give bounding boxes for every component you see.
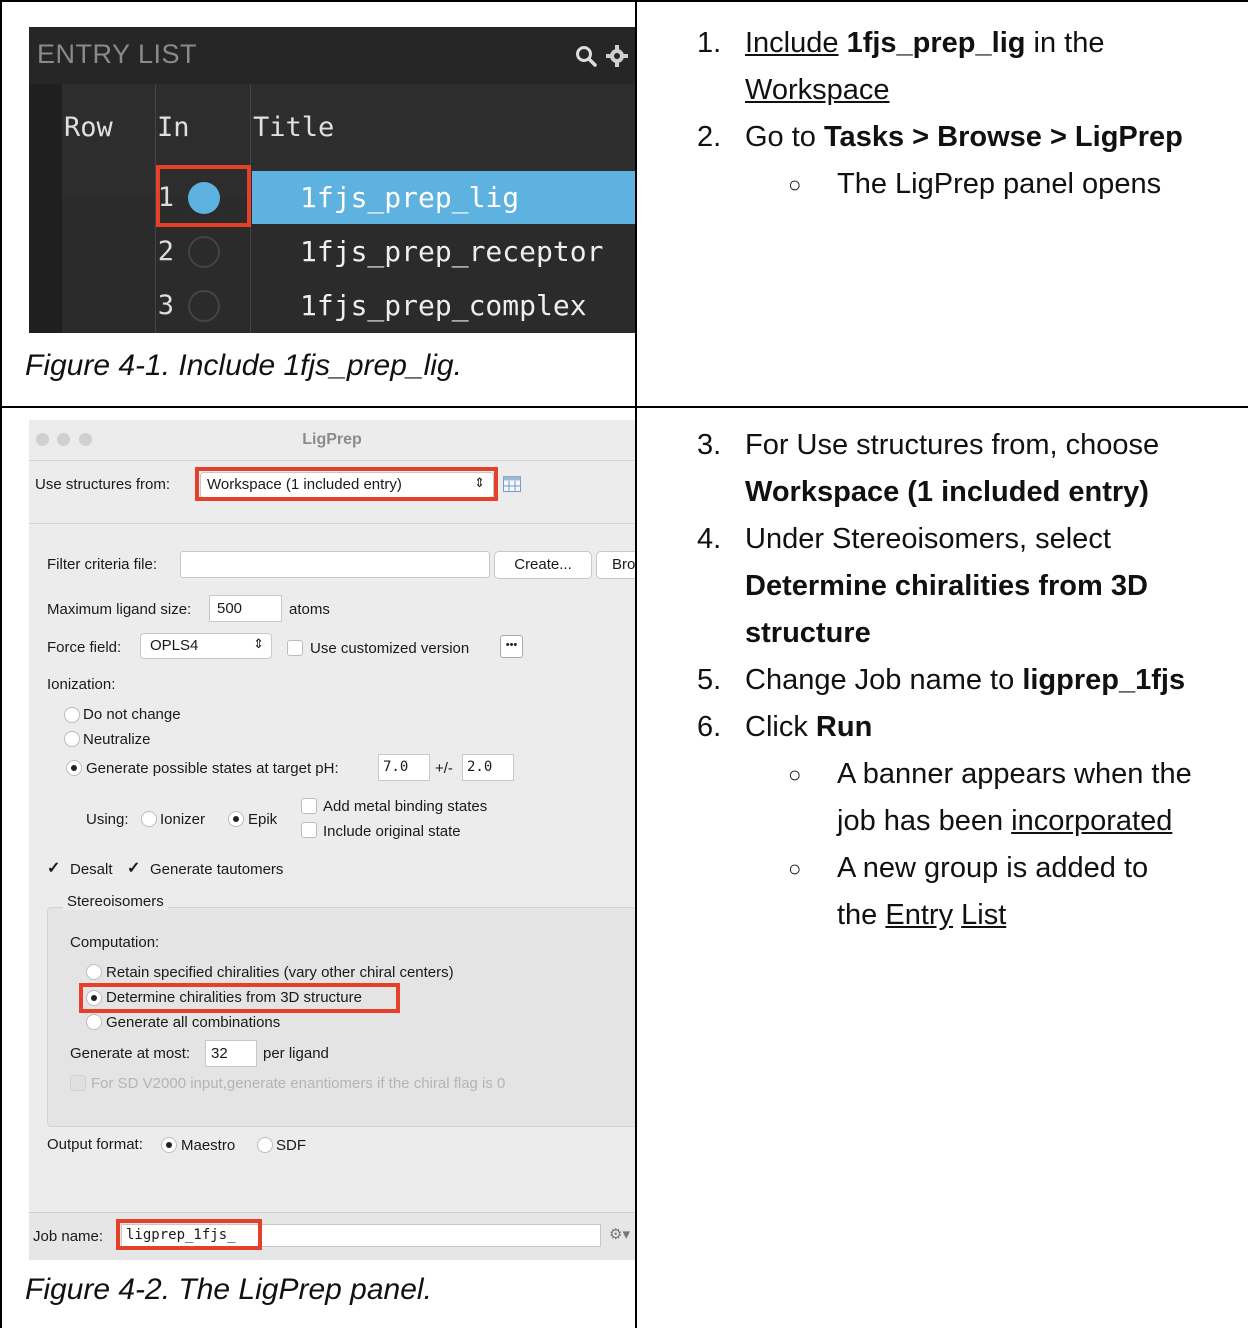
row-title: 1fjs_prep_lig <box>300 181 520 214</box>
sd-v2000-checkbox <box>70 1075 86 1091</box>
row-number: 3 <box>157 290 174 321</box>
max-ligand-size-field[interactable]: 500 <box>209 595 282 622</box>
entry-list-title: ENTRY LIST <box>37 39 198 69</box>
include-link[interactable]: Include <box>745 27 839 59</box>
col-header-row[interactable]: Row <box>64 112 113 143</box>
table-divider-vertical <box>635 0 637 1328</box>
include-original-checkbox[interactable] <box>301 822 317 838</box>
entry-row-1[interactable]: 1 1fjs_prep_lig <box>62 171 635 224</box>
entry-link[interactable]: Entry <box>885 899 953 931</box>
bullet-icon: ○ <box>788 172 802 197</box>
force-field-label: Force field: <box>47 639 122 656</box>
workspace-link[interactable]: Workspace <box>745 67 890 114</box>
neutralize-radio[interactable] <box>64 731 80 747</box>
figure-4-2-caption: Figure 4-2. The LigPrep panel. <box>25 1273 432 1306</box>
not-included-indicator-icon[interactable] <box>188 290 220 322</box>
table-divider-horizontal <box>0 406 1248 408</box>
generate-states-radio[interactable] <box>66 760 82 776</box>
stereoisomers-label: Stereoisomers <box>63 893 168 910</box>
entry-row-3[interactable]: 3 1fjs_prep_complex <box>62 279 635 332</box>
job-name-value: ligprep_1fjs <box>1022 664 1186 696</box>
more-options-button[interactable]: ••• <box>500 635 523 658</box>
search-icon[interactable] <box>574 44 598 68</box>
add-metal-checkbox[interactable] <box>301 798 317 814</box>
browse-button[interactable]: Bro <box>596 551 635 579</box>
table-view-icon[interactable] <box>503 476 521 492</box>
entry-row-2[interactable]: 2 1fjs_prep_receptor <box>62 225 635 278</box>
run-action: Run <box>815 711 873 743</box>
ionization-label: Ionization: <box>47 676 116 693</box>
use-structures-label: Use structures from: <box>35 476 171 493</box>
highlight-box-determine-chiralities <box>79 983 400 1013</box>
row-title: 1fjs_prep_receptor <box>300 235 604 268</box>
highlight-box-use-structures <box>195 467 498 501</box>
output-format-label: Output format: <box>47 1136 143 1153</box>
highlight-box-in-cell <box>156 165 251 227</box>
generate-all-radio[interactable] <box>86 1014 102 1030</box>
window-title: LigPrep <box>302 431 362 448</box>
ligprep-panel: LigPrep Use structures from: Workspace (… <box>29 420 635 1260</box>
maestro-radio[interactable] <box>161 1137 177 1153</box>
atoms-label: atoms <box>289 601 330 618</box>
sdf-radio[interactable] <box>257 1137 273 1153</box>
entry-list-panel: ENTRY LIST Row In Title 1 1fjs_prep_lig <box>29 27 635 333</box>
entry-list-header: ENTRY LIST <box>29 27 635 84</box>
filter-criteria-label: Filter criteria file: <box>47 556 158 573</box>
gear-icon[interactable] <box>605 44 629 68</box>
stereo-choice: Determine chiralities from 3D <box>745 570 1148 602</box>
table-border-top <box>0 0 1248 2</box>
entry-name: 1fjs_prep_lig <box>846 27 1026 59</box>
col-header-in[interactable]: In <box>157 112 190 143</box>
retain-chiralities-radio[interactable] <box>86 964 102 980</box>
not-included-indicator-icon[interactable] <box>188 236 220 268</box>
ionizer-radio[interactable] <box>141 811 157 827</box>
target-ph-field[interactable]: 7.0 <box>378 754 430 781</box>
do-not-change-radio[interactable] <box>64 707 80 723</box>
figure-4-1-caption: Figure 4-1. Include 1fjs_prep_lig. <box>25 349 462 382</box>
force-field-select[interactable]: OPLS4 ⇕ <box>140 633 272 659</box>
incorporated-link[interactable]: incorporated <box>1011 805 1172 837</box>
tautomers-checkbox[interactable]: ✓ <box>127 861 141 877</box>
bullet-icon: ○ <box>788 762 802 787</box>
use-customized-label: Use customized version <box>310 640 470 657</box>
desalt-checkbox[interactable]: ✓ <box>47 861 61 877</box>
max-ligand-size-label: Maximum ligand size: <box>47 601 192 618</box>
row-number: 2 <box>157 236 174 267</box>
computation-label: Computation: <box>70 934 160 951</box>
using-label: Using: <box>86 811 129 828</box>
row-title: 1fjs_prep_complex <box>300 289 587 322</box>
epik-radio[interactable] <box>228 811 244 827</box>
menu-path: Tasks > Browse > LigPrep <box>824 121 1183 153</box>
table-border-left <box>0 0 2 1328</box>
ph-tolerance-field[interactable]: 2.0 <box>462 754 514 781</box>
col-header-title[interactable]: Title <box>253 112 334 143</box>
create-button[interactable]: Create... <box>494 551 592 579</box>
highlight-box-job-name <box>116 1219 262 1250</box>
job-settings-gear-icon[interactable]: ⚙▾ <box>609 1225 630 1243</box>
select-arrows-icon: ⇕ <box>253 636 264 651</box>
use-customized-checkbox[interactable] <box>287 640 303 656</box>
generate-at-most-label: Generate at most: <box>70 1045 191 1062</box>
generate-at-most-field[interactable]: 32 <box>205 1040 257 1067</box>
job-name-label: Job name: <box>33 1228 104 1245</box>
use-structures-choice: Workspace (1 included entry) <box>745 476 1149 508</box>
list-link[interactable]: List <box>961 899 1006 931</box>
bullet-icon: ○ <box>788 856 802 881</box>
filter-criteria-field[interactable] <box>180 551 490 578</box>
window-titlebar: LigPrep <box>29 420 635 461</box>
